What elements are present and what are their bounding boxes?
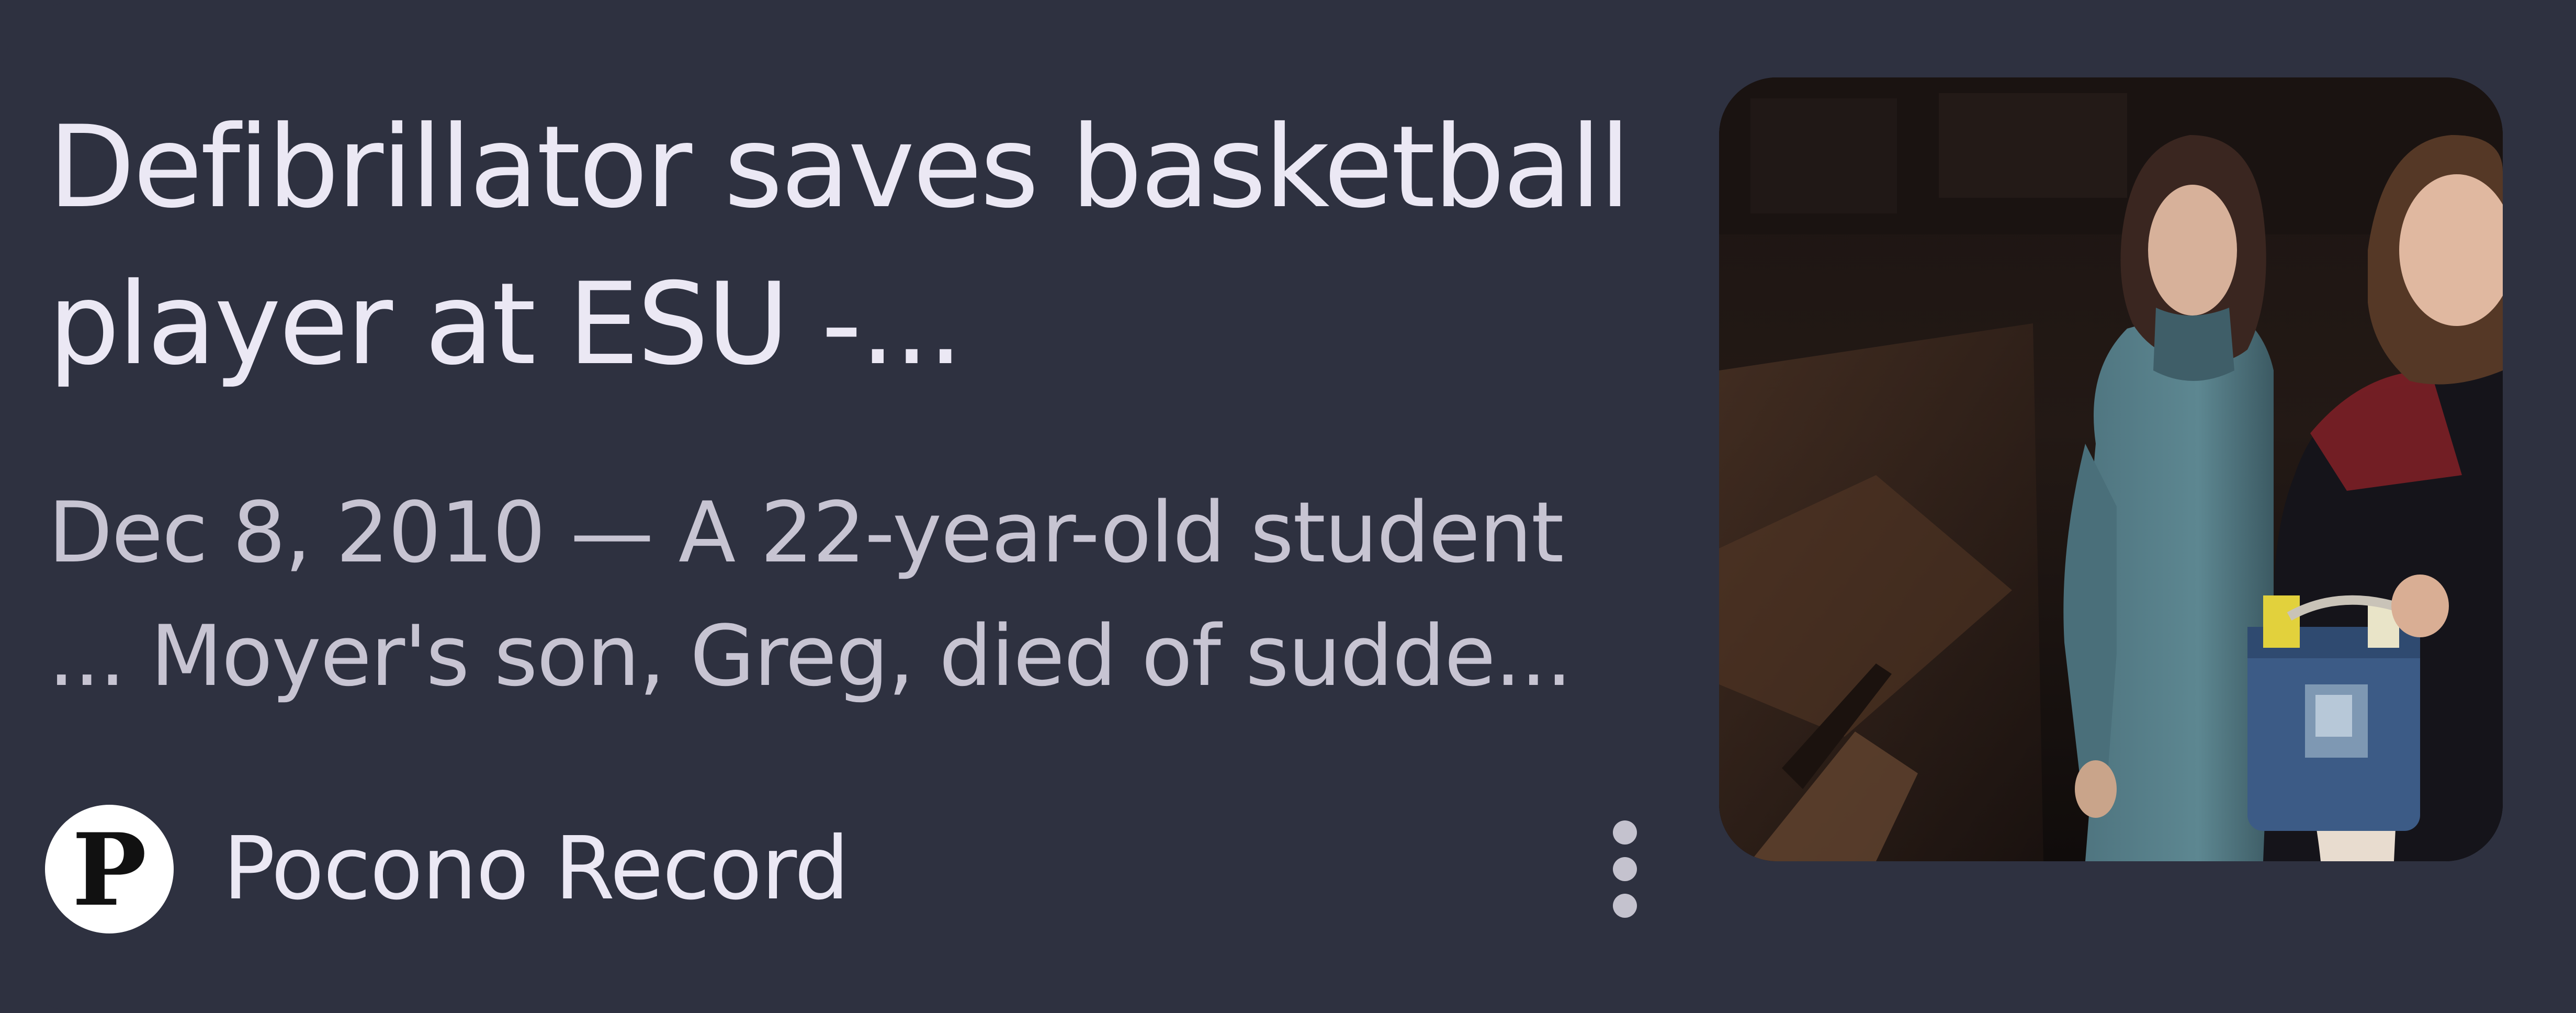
more-options-button[interactable] [1562, 805, 1688, 933]
result-headline[interactable]: Defibrillator saves basketball player at… [48, 89, 1644, 403]
source-name[interactable]: Pocono Record [223, 805, 850, 933]
source-logo: P [45, 805, 174, 933]
more-vert-icon-dot [1613, 894, 1637, 918]
result-thumbnail[interactable] [1719, 77, 2503, 861]
more-vert-icon-dot [1613, 820, 1637, 845]
thumbnail-photo [1719, 77, 2503, 861]
more-vert-icon-dot [1613, 857, 1637, 881]
source-logo-letter: P [72, 812, 147, 928]
news-result-card[interactable]: Defibrillator saves basketball player at… [0, 0, 2576, 1013]
result-snippet: Dec 8, 2010 — A 22-year-old student ... … [48, 483, 1573, 705]
source-row: P Pocono Record [45, 805, 1646, 933]
